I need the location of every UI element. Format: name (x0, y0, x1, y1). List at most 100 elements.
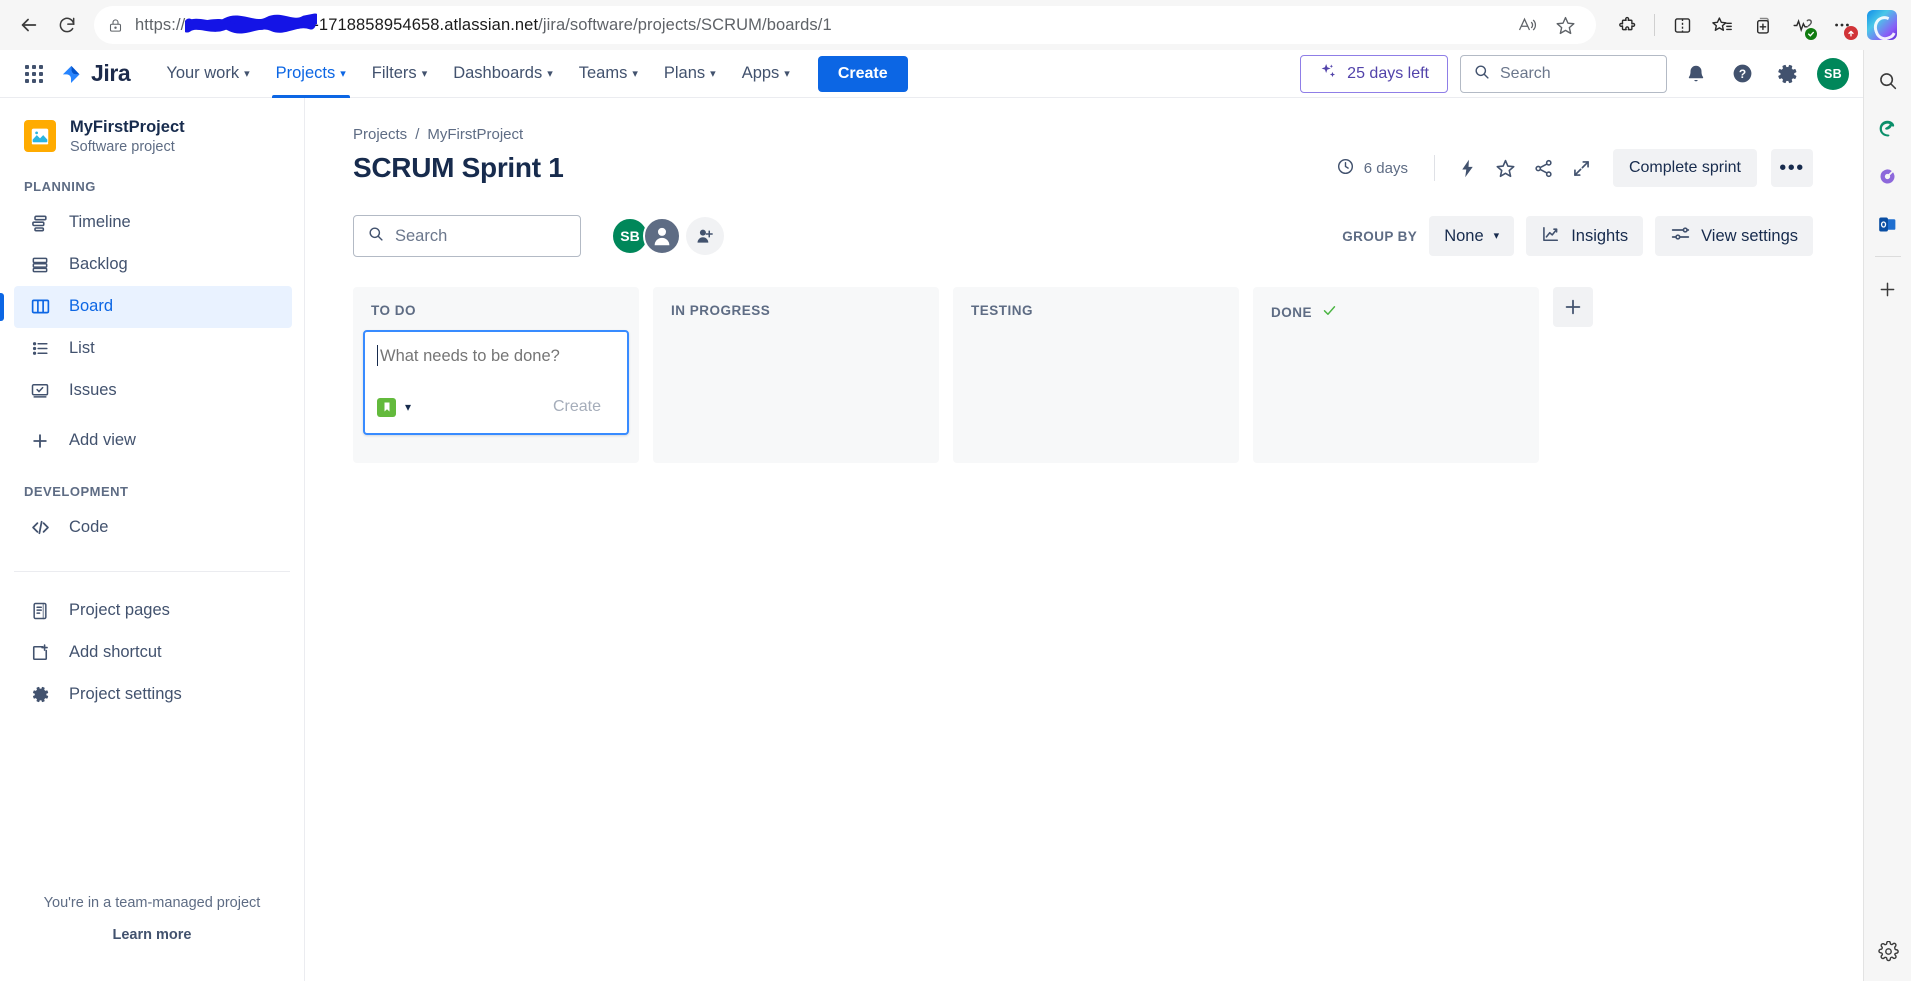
learn-more-link[interactable]: Learn more (0, 927, 304, 943)
board-search-placeholder: Search (395, 226, 448, 245)
avatar-unassigned[interactable] (643, 217, 681, 255)
split-screen-icon[interactable] (1663, 6, 1701, 44)
sidebar-item-list[interactable]: List (14, 328, 292, 370)
favorites-list-icon[interactable] (1703, 6, 1741, 44)
chevron-down-icon: ▾ (547, 68, 553, 80)
sidebar-item-add-shortcut[interactable]: Add shortcut (14, 632, 292, 674)
sidebar-item-label: Issues (69, 381, 117, 400)
board-column-done: DONE (1253, 287, 1539, 463)
page-title: SCRUM Sprint 1 (353, 152, 564, 183)
column-header: DONE (1263, 299, 1529, 321)
jira-logo[interactable]: Jira (58, 60, 131, 87)
create-button[interactable]: Create (817, 55, 908, 92)
global-search-placeholder: Search (1500, 64, 1551, 82)
help-question-icon[interactable]: ? (1725, 57, 1759, 91)
project-header[interactable]: MyFirstProject Software project (0, 118, 304, 155)
star-icon[interactable] (1548, 8, 1582, 42)
chevron-down-icon: ▾ (340, 68, 346, 80)
sidebar-footer: You're in a team-managed project Learn m… (0, 895, 304, 943)
star-icon[interactable] (1489, 151, 1523, 185)
sidebar-item-project-settings[interactable]: Project settings (14, 674, 292, 716)
browser-essentials-icon[interactable] (1783, 6, 1821, 44)
sidebar-item-label: Add shortcut (69, 643, 162, 662)
sidebar-item-project-pages[interactable]: Project pages (14, 590, 292, 632)
clock-icon (1336, 157, 1355, 180)
sidebar-item-code[interactable]: Code (14, 507, 292, 549)
add-person-icon[interactable] (686, 217, 724, 255)
trial-days-left-badge[interactable]: 25 days left (1300, 54, 1448, 93)
jira-top-navigation: Jira Your work ▾ Projects ▾ Filters ▾ Da… (0, 50, 1863, 98)
create-issue-summary-input[interactable] (377, 345, 615, 366)
back-arrow-icon[interactable] (10, 6, 48, 44)
nav-item-dashboards[interactable]: Dashboards ▾ (441, 50, 565, 98)
project-name: MyFirstProject (70, 118, 185, 136)
board-filter-bar: Search SB GROUP BY None ▾ Insights View … (353, 215, 1813, 257)
shopping-icon[interactable] (1872, 112, 1904, 144)
chevron-down-icon: ▾ (632, 68, 638, 80)
copilot-icon[interactable] (1863, 6, 1901, 44)
sidebar-item-issues[interactable]: Issues (14, 370, 292, 412)
search-icon[interactable] (1872, 64, 1904, 96)
tools-icon[interactable] (1872, 160, 1904, 192)
sidebar-item-label: Timeline (69, 213, 131, 232)
board-search-input[interactable]: Search (353, 215, 581, 257)
chevron-down-icon: ▾ (421, 68, 428, 80)
settings-icon[interactable] (1872, 935, 1904, 967)
nav-item-teams[interactable]: Teams ▾ (567, 50, 650, 98)
column-header: IN PROGRESS (663, 299, 929, 318)
project-sidebar: MyFirstProject Software project PLANNING… (0, 98, 305, 981)
collections-icon[interactable] (1743, 6, 1781, 44)
create-issue-button[interactable]: Create (539, 392, 615, 422)
add-column-button[interactable] (1553, 287, 1593, 327)
complete-sprint-button[interactable]: Complete sprint (1612, 149, 1757, 187)
expand-icon[interactable] (1565, 151, 1599, 185)
chevron-down-icon: ▾ (405, 400, 412, 414)
create-issue-card[interactable]: ▾ Create (363, 330, 629, 435)
view-settings-button[interactable]: View settings (1655, 216, 1813, 256)
sidebar-item-backlog[interactable]: Backlog (14, 244, 292, 286)
settings-and-more-icon[interactable] (1823, 6, 1861, 44)
add-icon[interactable] (1872, 273, 1904, 305)
notification-bell-icon[interactable] (1679, 57, 1713, 91)
sidebar-item-board[interactable]: Board (0, 285, 292, 328)
nav-item-projects[interactable]: Projects ▾ (264, 50, 358, 98)
chevron-down-icon: ▾ (784, 68, 790, 80)
breadcrumb-project[interactable]: MyFirstProject (427, 126, 523, 143)
user-avatar[interactable]: SB (1817, 57, 1849, 90)
sidebar-item-timeline[interactable]: Timeline (14, 202, 292, 244)
url-prefix: https:// (135, 15, 186, 34)
more-actions-button[interactable]: ••• (1771, 149, 1813, 187)
nav-item-your-work[interactable]: Your work ▾ (154, 50, 261, 98)
insights-button[interactable]: Insights (1526, 216, 1644, 256)
breadcrumb-projects[interactable]: Projects (353, 126, 407, 143)
gear-icon[interactable] (1771, 57, 1805, 91)
board-column-todo: TO DO ▾ Create (353, 287, 639, 463)
nav-item-apps[interactable]: Apps ▾ (730, 50, 802, 98)
team-managed-note: You're in a team-managed project (43, 895, 261, 911)
insights-label: Insights (1571, 226, 1629, 245)
group-by-select[interactable]: None ▾ (1429, 216, 1515, 256)
lightning-bolt-icon[interactable] (1451, 151, 1485, 185)
column-title: TESTING (971, 303, 1034, 318)
global-search-input[interactable]: Search (1460, 54, 1667, 93)
issue-type-picker[interactable]: ▾ (377, 397, 412, 417)
lock-icon (108, 17, 123, 34)
nav-item-plans[interactable]: Plans ▾ (652, 50, 728, 98)
share-icon[interactable] (1527, 151, 1561, 185)
green-check-icon (1322, 303, 1337, 321)
read-aloud-icon[interactable] (1510, 8, 1544, 42)
nav-item-filters[interactable]: Filters ▾ (360, 50, 439, 98)
sidebar-section-development: DEVELOPMENT (24, 483, 129, 499)
code-icon (29, 517, 51, 538)
app-switcher-icon[interactable] (18, 58, 50, 90)
sidebar-item-add-view[interactable]: Add view (14, 420, 292, 462)
days-remaining-label: 6 days (1363, 159, 1408, 177)
reload-icon[interactable] (48, 6, 86, 44)
essentials-status-badge (1805, 28, 1817, 40)
outlook-icon[interactable] (1872, 208, 1904, 240)
project-type: Software project (70, 138, 175, 155)
address-bar[interactable]: https:// -1718858954658.atlassian.net/ji… (94, 6, 1596, 44)
timeline-icon (29, 213, 51, 233)
nav-label: Plans (663, 64, 706, 82)
extensions-puzzle-icon[interactable] (1608, 6, 1646, 44)
